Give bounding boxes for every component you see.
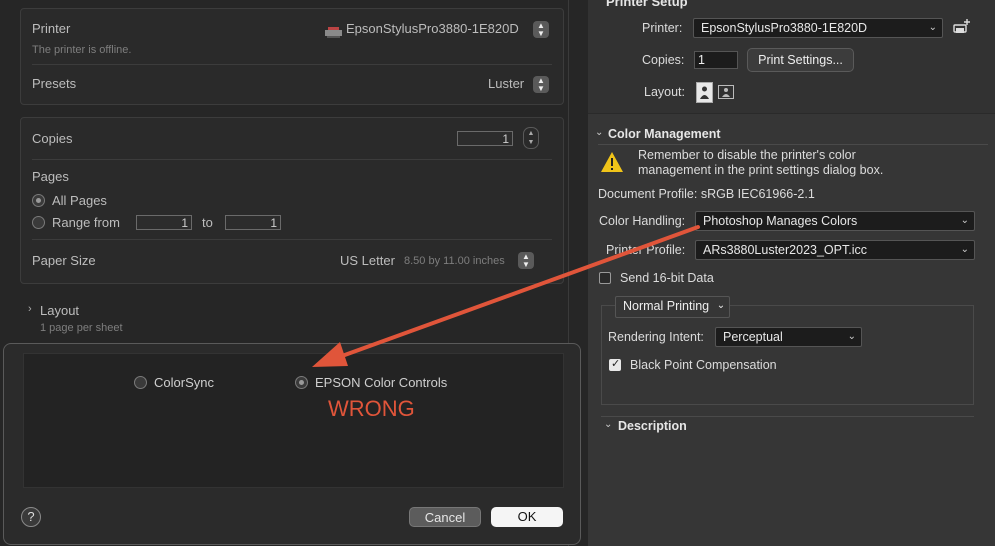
- annotation-arrow: [312, 225, 700, 367]
